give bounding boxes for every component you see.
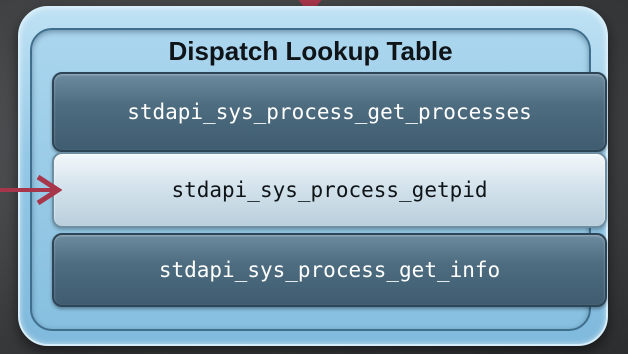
right-arrow-icon xyxy=(0,174,62,206)
table-entry-getpid-highlighted: stdapi_sys_process_getpid xyxy=(52,152,607,228)
table-entry-label: stdapi_sys_process_getpid xyxy=(171,178,488,202)
table-entry-label: stdapi_sys_process_get_info xyxy=(158,258,501,282)
diagram-canvas: Dispatch Lookup Table stdapi_sys_process… xyxy=(0,0,628,354)
table-entry-label: stdapi_sys_process_get_processes xyxy=(127,100,532,124)
lookup-table-title: Dispatch Lookup Table xyxy=(168,36,453,66)
table-entry-get-info: stdapi_sys_process_get_info xyxy=(52,233,607,307)
table-entry-get-processes: stdapi_sys_process_get_processes xyxy=(52,72,607,152)
